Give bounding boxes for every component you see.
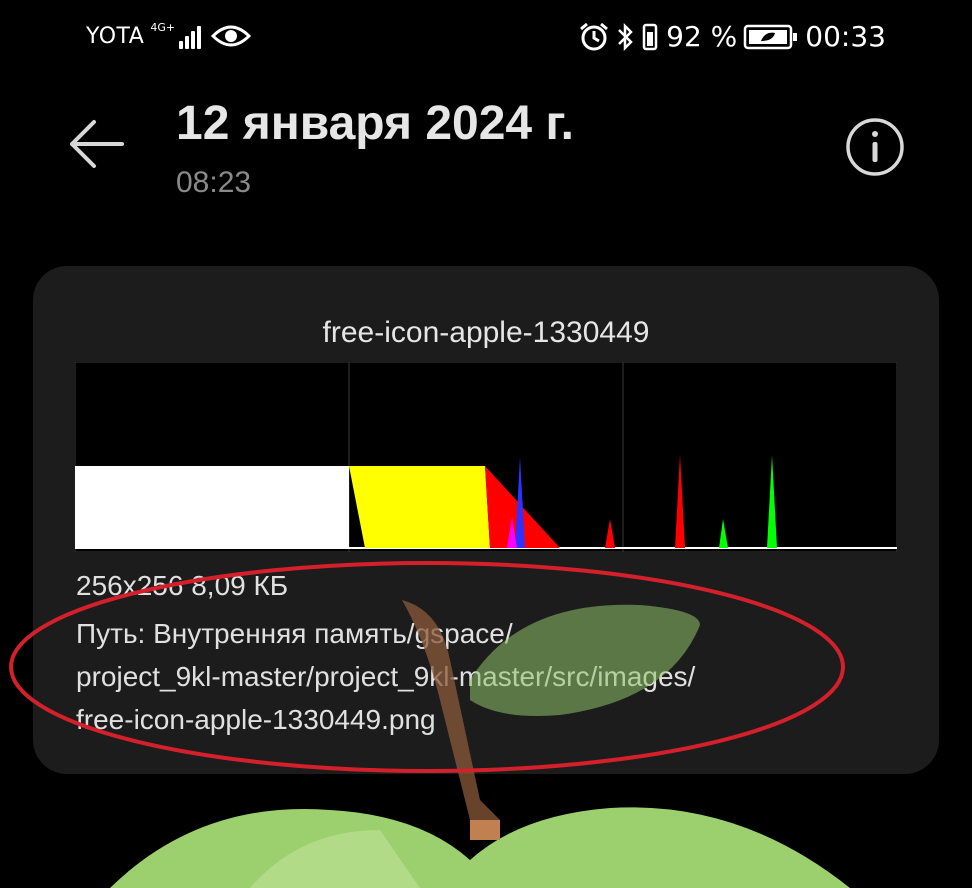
status-right: 92 % 00:33 bbox=[578, 20, 886, 53]
histogram bbox=[75, 362, 897, 552]
alarm-icon bbox=[580, 22, 609, 50]
histogram-title: free-icon-apple-1330449 bbox=[322, 316, 650, 349]
carrier-name: YOTA bbox=[86, 23, 145, 49]
page-title: 12 января 2024 г. bbox=[176, 97, 574, 150]
network-type: 4G+ bbox=[150, 21, 176, 34]
vibrate-icon bbox=[642, 23, 658, 50]
file-path-line: project_9kl-master/project_9kl-master/sr… bbox=[76, 661, 696, 692]
status-left: YOTA 4G+ bbox=[86, 21, 252, 50]
status-bar: YOTA 4G+ 92 % 00:33 bbox=[0, 0, 972, 72]
signal-strength-icon: 4G+ bbox=[150, 21, 202, 49]
info-icon[interactable] bbox=[844, 116, 906, 178]
file-path-line: free-icon-apple-1330449.png bbox=[76, 704, 436, 735]
clock: 00:33 bbox=[805, 20, 886, 53]
back-arrow-icon[interactable] bbox=[62, 114, 132, 174]
battery-icon bbox=[744, 24, 798, 49]
page-subtitle-time: 08:23 bbox=[176, 166, 252, 199]
header: 12 января 2024 г. 08:23 bbox=[0, 90, 972, 220]
eye-icon bbox=[211, 25, 252, 47]
file-path-line: Путь: Внутренняя память/gspace/ bbox=[76, 618, 513, 649]
battery-percent: 92 % bbox=[666, 20, 738, 53]
file-meta: 256x256 8,09 КБ bbox=[76, 570, 289, 601]
file-path: Путь: Внутренняя память/gspace/ project_… bbox=[76, 612, 876, 741]
details-card: free-icon-apple-1330449 256x256 8,09 КБ … bbox=[33, 266, 939, 774]
bluetooth-icon bbox=[618, 22, 633, 51]
